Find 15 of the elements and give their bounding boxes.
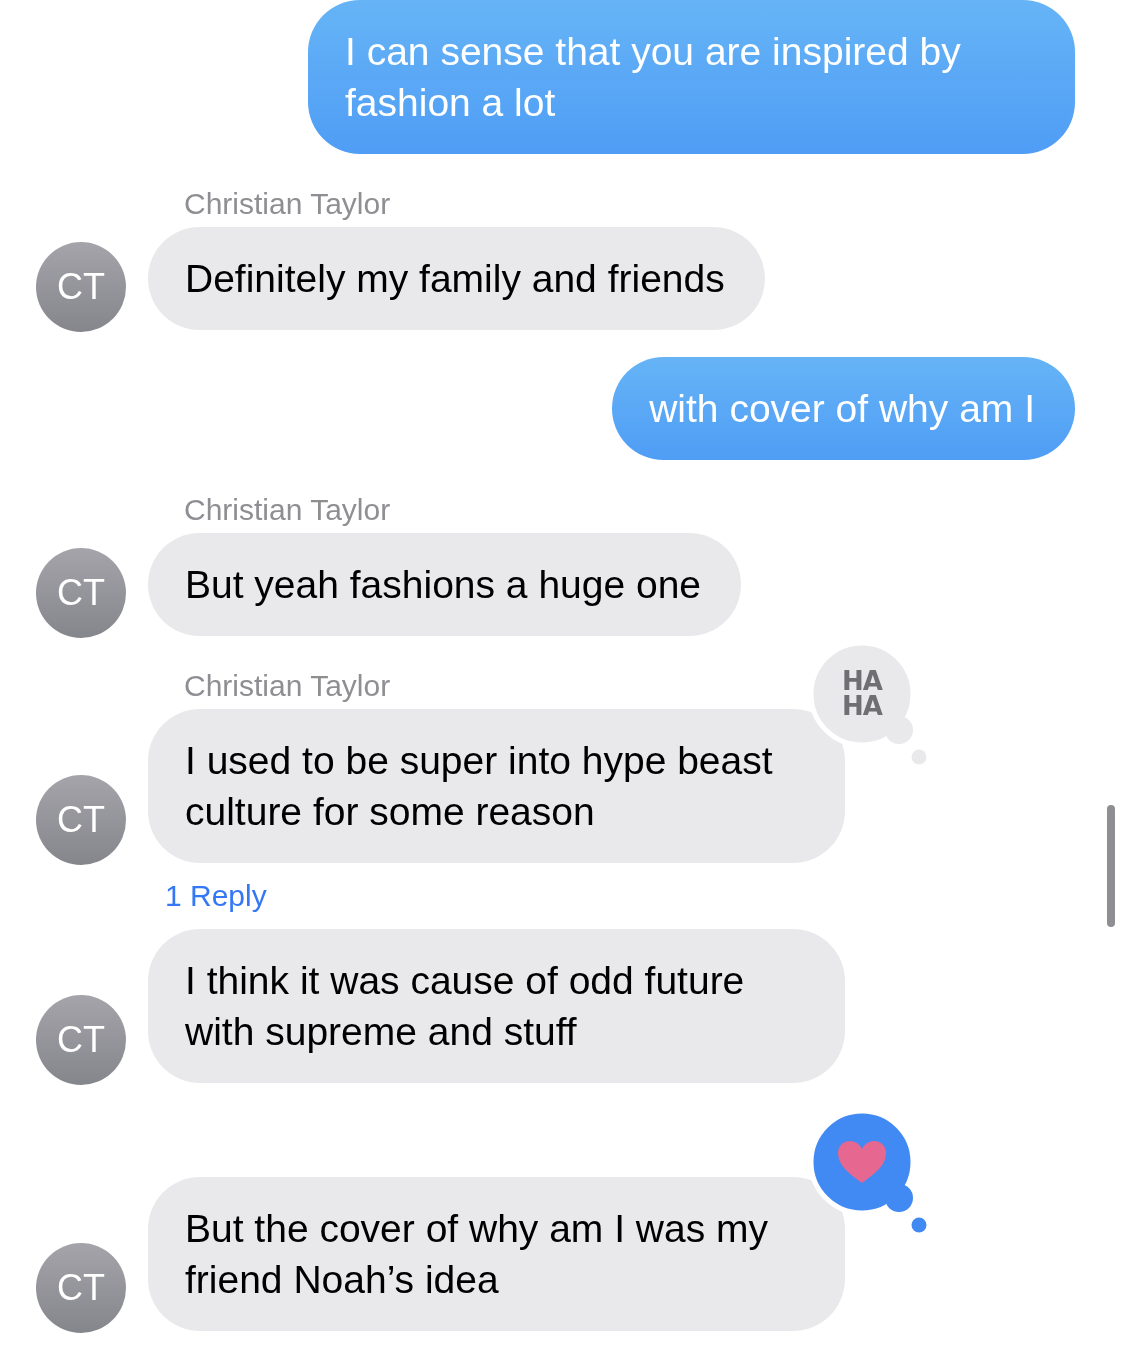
sender-name: Christian Taylor [184,669,391,703]
avatar: CT [36,242,126,332]
avatar: CT [36,995,126,1085]
scrollbar[interactable] [1107,805,1115,927]
sender-name: Christian Taylor [184,493,391,527]
reply-link[interactable]: 1 Reply [165,879,1125,913]
message-bubble: I think it was cause of odd future with supreme and stuff [148,929,845,1083]
sender-name: Christian Taylor [184,187,391,221]
avatar: CT [36,775,126,865]
avatar: CT [36,548,126,638]
message-bubble: Definitely my family and friends [148,227,765,330]
message-bubble: I can sense that you are inspired by fashion a lot [308,0,1075,154]
message-bubble: But yeah fashions a huge one [148,533,742,636]
avatar: CT [36,1243,126,1333]
message-bubble: with cover of why am I [612,357,1075,460]
